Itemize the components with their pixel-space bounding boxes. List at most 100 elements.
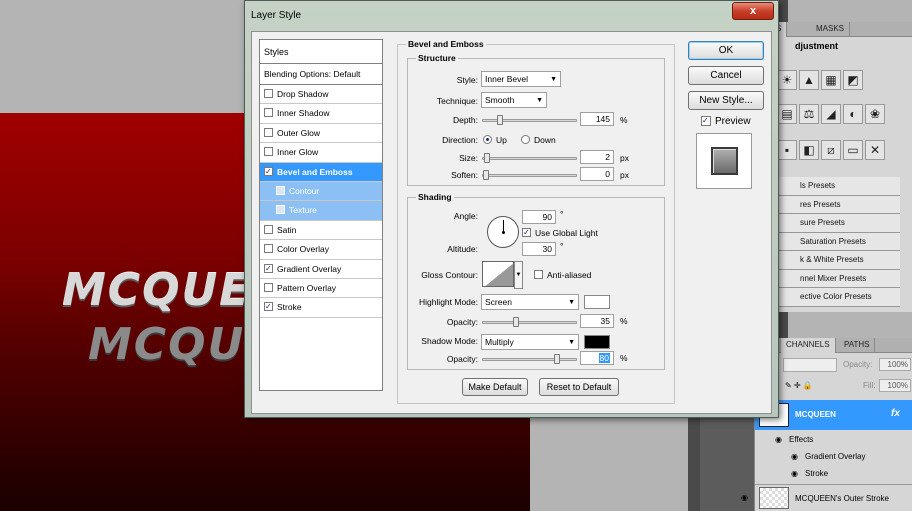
tab-paths[interactable]: PATHS bbox=[839, 338, 876, 353]
levels-icon[interactable]: ▲ bbox=[799, 70, 819, 90]
highlight-mode-select[interactable]: Screen ▼ bbox=[481, 294, 579, 310]
depth-slider-thumb[interactable] bbox=[497, 115, 503, 125]
style-item-texture[interactable]: Texture bbox=[260, 201, 382, 221]
cancel-button[interactable]: Cancel bbox=[688, 66, 764, 85]
style-item-checkbox[interactable] bbox=[264, 263, 273, 273]
highlight-opacity-input[interactable]: 35 bbox=[580, 314, 614, 328]
depth-slider[interactable] bbox=[482, 115, 577, 125]
fill-value[interactable]: 100% bbox=[879, 379, 911, 392]
style-select[interactable]: Inner Bevel ▼ bbox=[481, 71, 561, 87]
highlight-color-swatch[interactable] bbox=[584, 295, 610, 309]
highlight-opacity-slider[interactable] bbox=[482, 317, 577, 327]
style-item-bevel-and-emboss[interactable]: Bevel and Emboss bbox=[260, 162, 382, 182]
style-item-drop-shadow[interactable]: Drop Shadow bbox=[260, 85, 382, 105]
use-global-light-checkbox[interactable] bbox=[522, 228, 531, 237]
eye-icon[interactable]: ◉ bbox=[775, 435, 782, 444]
photo-filter-icon[interactable]: ◐ bbox=[843, 104, 863, 124]
style-item-checkbox[interactable] bbox=[264, 127, 273, 137]
style-item-checkbox[interactable] bbox=[276, 185, 285, 195]
soften-slider[interactable] bbox=[482, 170, 577, 180]
style-item-checkbox[interactable] bbox=[264, 166, 273, 176]
size-input[interactable]: 2 bbox=[580, 150, 614, 164]
preview-checkbox[interactable] bbox=[701, 116, 711, 126]
color-balance-icon[interactable]: ⚖ bbox=[799, 104, 819, 124]
layer-effect-gradient-overlay[interactable]: ◉ Gradient Overlay bbox=[755, 449, 912, 465]
eye-icon[interactable]: ◉ bbox=[791, 452, 798, 461]
style-item-gradient-overlay[interactable]: Gradient Overlay bbox=[260, 260, 382, 279]
lock-icons[interactable]: ✎ ✛ 🔒 bbox=[785, 381, 813, 390]
soften-input[interactable]: 0 bbox=[580, 167, 614, 181]
eye-icon[interactable]: ◉ bbox=[791, 469, 798, 478]
ok-button[interactable]: OK bbox=[688, 41, 764, 60]
technique-select[interactable]: Smooth ▼ bbox=[481, 92, 547, 108]
style-item-inner-glow[interactable]: Inner Glow bbox=[260, 143, 382, 163]
invert-icon[interactable]: ▪ bbox=[777, 140, 797, 160]
tab-masks[interactable]: MASKS bbox=[811, 22, 851, 37]
gloss-contour-dropdown[interactable]: ▼ bbox=[514, 261, 523, 289]
anti-aliased-label: Anti-aliased bbox=[547, 270, 592, 280]
layer-effects-row[interactable]: ◉ Effects bbox=[755, 432, 912, 448]
exposure-icon[interactable]: ◩ bbox=[843, 70, 863, 90]
style-item-checkbox[interactable] bbox=[264, 282, 273, 292]
style-item-outer-glow[interactable]: Outer Glow bbox=[260, 124, 382, 144]
blending-options-item[interactable]: Blending Options: Default bbox=[260, 64, 382, 85]
size-unit: px bbox=[620, 153, 629, 163]
shadow-opacity-slider[interactable] bbox=[482, 354, 577, 364]
style-item-contour[interactable]: Contour bbox=[260, 181, 382, 202]
black-white-icon[interactable]: ◢ bbox=[821, 104, 841, 124]
highlight-opacity-slider-thumb[interactable] bbox=[513, 317, 519, 327]
shadow-color-swatch[interactable] bbox=[584, 335, 610, 349]
brightness-icon[interactable]: ☀ bbox=[777, 70, 797, 90]
selective-color-icon[interactable]: ✕ bbox=[865, 140, 885, 160]
style-item-checkbox[interactable] bbox=[264, 244, 273, 254]
blend-mode-select[interactable] bbox=[783, 358, 837, 372]
direction-up-radio[interactable] bbox=[483, 135, 492, 144]
threshold-icon[interactable]: ⧄ bbox=[821, 140, 841, 160]
styles-header[interactable]: Styles bbox=[260, 40, 382, 64]
angle-input[interactable]: 90 bbox=[522, 210, 556, 224]
style-item-checkbox[interactable] bbox=[276, 205, 285, 215]
fx-icon[interactable]: fx bbox=[891, 408, 900, 419]
shadow-opacity-slider-thumb[interactable] bbox=[554, 354, 560, 364]
anti-aliased-checkbox[interactable] bbox=[534, 270, 543, 279]
altitude-input[interactable]: 30 bbox=[522, 242, 556, 256]
posterize-icon[interactable]: ◧ bbox=[799, 140, 819, 160]
style-item-inner-shadow[interactable]: Inner Shadow bbox=[260, 104, 382, 124]
style-item-checkbox[interactable] bbox=[264, 224, 273, 234]
angle-label: Angle: bbox=[453, 211, 478, 221]
close-button[interactable]: x bbox=[732, 2, 774, 20]
style-item-checkbox[interactable] bbox=[264, 147, 273, 157]
direction-down-radio[interactable] bbox=[521, 135, 530, 144]
gloss-contour-picker[interactable] bbox=[482, 261, 514, 287]
shadow-opacity-input[interactable]: 80 bbox=[580, 351, 614, 365]
angle-dial[interactable] bbox=[487, 216, 519, 248]
make-default-button[interactable]: Make Default bbox=[462, 378, 528, 396]
style-item-satin[interactable]: Satin bbox=[260, 221, 382, 241]
adjustment-icon-row-2: ▤ ⚖ ◢ ◐ ❀ bbox=[777, 104, 885, 126]
new-style-button[interactable]: New Style... bbox=[688, 91, 764, 110]
chevron-down-icon: ▼ bbox=[515, 272, 522, 278]
reset-to-default-button[interactable]: Reset to Default bbox=[539, 378, 619, 396]
style-item-stroke[interactable]: Stroke bbox=[260, 298, 382, 318]
style-item-checkbox[interactable] bbox=[264, 108, 273, 118]
dialog-titlebar[interactable]: Layer Style x bbox=[245, 1, 778, 29]
curves-icon[interactable]: ▦ bbox=[821, 70, 841, 90]
channel-mixer-icon[interactable]: ❀ bbox=[865, 104, 885, 124]
shadow-mode-select[interactable]: Multiply ▼ bbox=[481, 334, 579, 350]
opacity-value[interactable]: 100% bbox=[879, 358, 911, 371]
style-item-pattern-overlay[interactable]: Pattern Overlay bbox=[260, 279, 382, 299]
depth-input[interactable]: 145 bbox=[580, 112, 614, 126]
soften-slider-thumb[interactable] bbox=[483, 170, 489, 180]
vibrance-icon[interactable]: ▤ bbox=[777, 104, 797, 124]
eye-icon[interactable]: ◉ bbox=[741, 493, 748, 502]
tab-channels[interactable]: CHANNELS bbox=[781, 338, 836, 353]
layer-effect-stroke[interactable]: ◉ Stroke bbox=[755, 466, 912, 482]
style-item-checkbox[interactable] bbox=[264, 89, 273, 98]
gradient-map-icon[interactable]: ▭ bbox=[843, 140, 863, 160]
size-slider-thumb[interactable] bbox=[484, 153, 490, 163]
layer-row-outer-stroke[interactable]: ◉ MCQUEEN's Outer Stroke bbox=[741, 484, 912, 511]
size-slider[interactable] bbox=[482, 153, 577, 163]
style-item-checkbox[interactable] bbox=[264, 302, 273, 312]
style-item-color-overlay[interactable]: Color Overlay bbox=[260, 240, 382, 260]
altitude-unit: ° bbox=[560, 241, 564, 251]
